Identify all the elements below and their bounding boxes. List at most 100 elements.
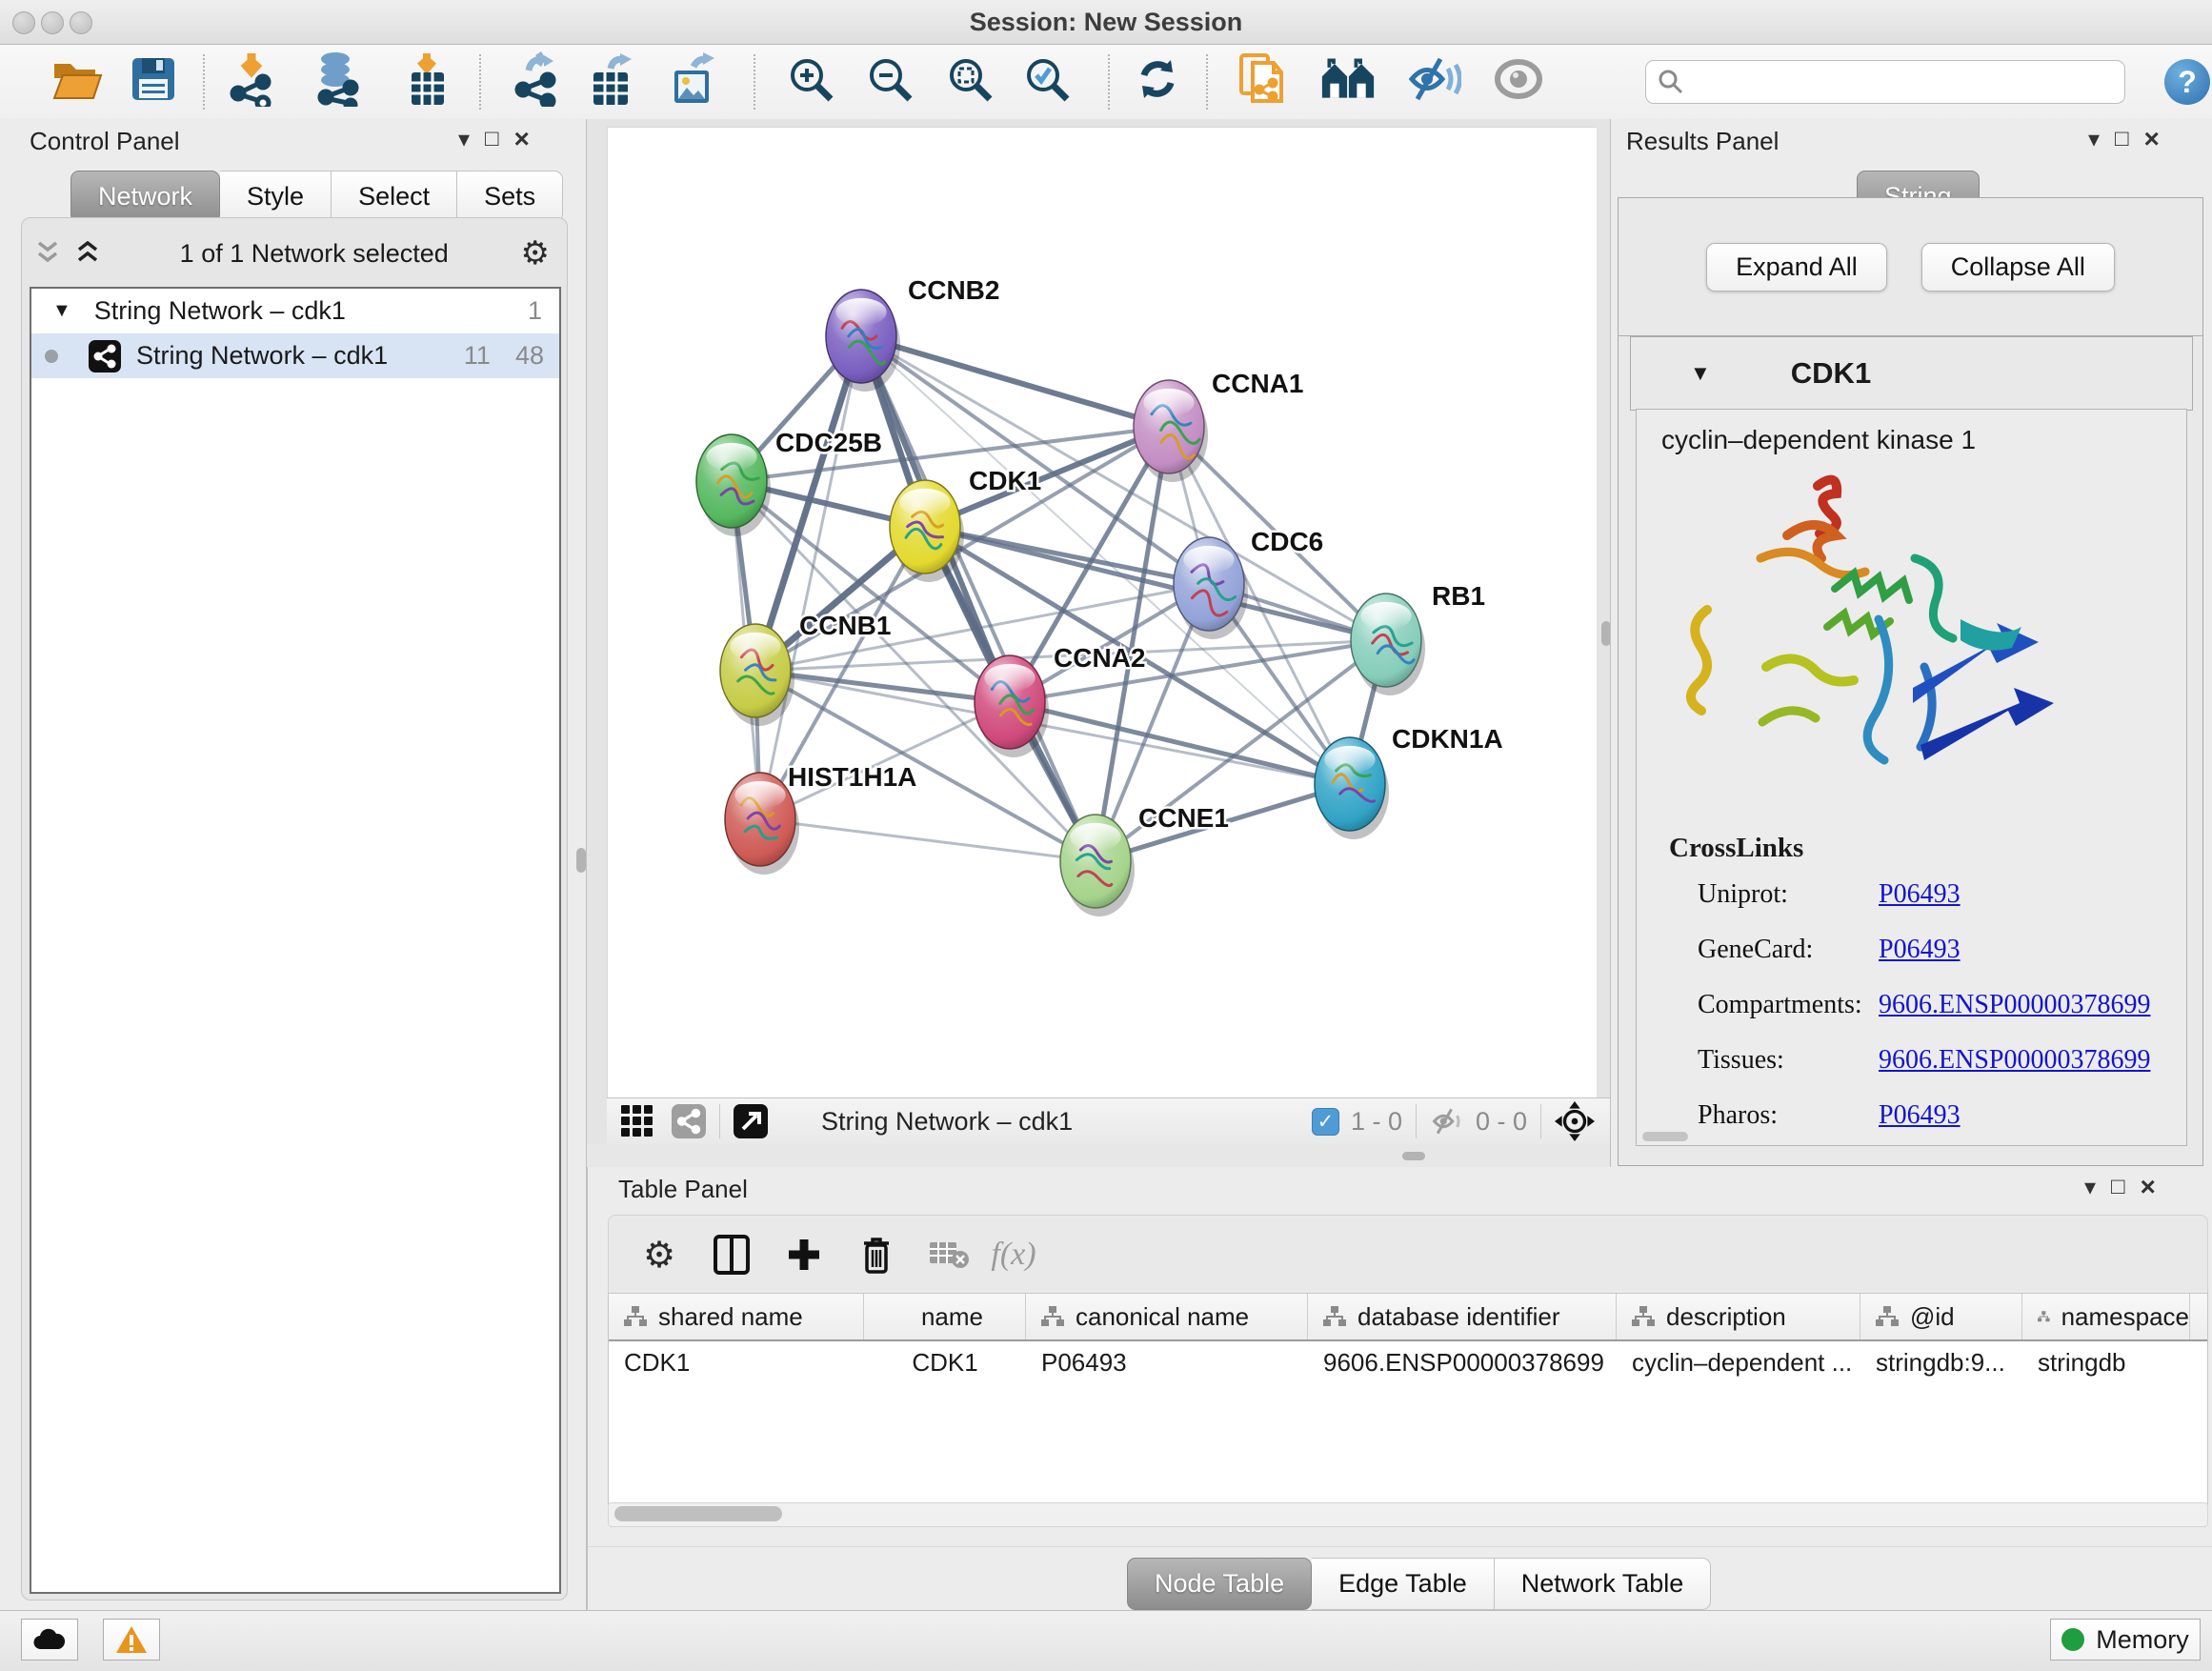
node-section-header[interactable]: ▼ CDK1 xyxy=(1630,336,2193,411)
import-network-file-icon[interactable] xyxy=(228,51,283,107)
table-cell[interactable]: CDK1 xyxy=(609,1348,864,1378)
tab-style[interactable]: Style xyxy=(220,171,332,223)
table-cell[interactable]: stringdb:9... xyxy=(1860,1348,2022,1378)
table-cell[interactable]: P06493 xyxy=(1026,1348,1308,1378)
node-CCNB1[interactable] xyxy=(720,624,794,726)
table-cell[interactable]: 9606.ENSP00000378699 xyxy=(1308,1348,1617,1378)
node-CCNB2[interactable] xyxy=(826,290,900,392)
first-neighbors-icon[interactable] xyxy=(1320,51,1376,107)
hide-selected-icon[interactable] xyxy=(1407,51,1462,107)
open-session-icon[interactable] xyxy=(50,51,105,107)
expand-all-icon[interactable] xyxy=(75,241,108,266)
refresh-icon[interactable] xyxy=(1130,51,1185,107)
zoom-out-icon[interactable] xyxy=(862,51,917,107)
search-input[interactable] xyxy=(1684,68,2098,96)
table-cell[interactable]: CDK1 xyxy=(864,1348,1026,1378)
table-horizontal-scrollbar[interactable] xyxy=(608,1502,2208,1527)
zoom-fit-icon[interactable] xyxy=(942,51,997,107)
cloud-button[interactable] xyxy=(21,1619,78,1661)
tab-node-table[interactable]: Node Table xyxy=(1127,1558,1312,1610)
node-CCNA2[interactable] xyxy=(975,655,1049,757)
delete-column-icon[interactable] xyxy=(855,1233,898,1277)
edge-HIST1H1A-CCNE1[interactable] xyxy=(760,819,1096,861)
delete-table-icon[interactable] xyxy=(927,1233,971,1277)
memory-button[interactable]: Memory xyxy=(2050,1619,2201,1661)
float-panel-icon[interactable]: □ xyxy=(2115,126,2129,152)
export-network-icon[interactable] xyxy=(511,51,566,107)
network-thumbnail-icon[interactable] xyxy=(672,1104,706,1138)
minimize-window-button[interactable] xyxy=(41,11,64,34)
node-CCNE1[interactable] xyxy=(1060,815,1135,916)
column-header-database-identifier[interactable]: database identifier xyxy=(1308,1294,1617,1339)
function-builder-icon[interactable]: f(x) xyxy=(992,1233,1036,1277)
edge-CCNB2-CCNA1[interactable] xyxy=(861,336,1169,427)
column-header-name[interactable]: name xyxy=(864,1294,1026,1339)
split-columns-icon[interactable] xyxy=(710,1233,754,1277)
network-canvas[interactable]: CCNB2CCNA1CDC25BCDK1CDC6RB1CCNB1CCNA2CDK… xyxy=(607,127,1597,1098)
copy-network-icon[interactable] xyxy=(1237,51,1292,107)
add-column-icon[interactable] xyxy=(782,1233,826,1277)
collection-expand-icon[interactable]: ▼ xyxy=(52,300,71,322)
scrollbar-thumb[interactable] xyxy=(614,1506,782,1521)
help-icon[interactable]: ? xyxy=(2164,59,2210,105)
splitter-handle[interactable] xyxy=(1402,1152,1425,1160)
detach-view-icon[interactable] xyxy=(734,1104,768,1138)
table-row[interactable]: CDK1CDK1P064939606.ENSP00000378699cyclin… xyxy=(609,1341,2207,1384)
table-cell[interactable]: cyclin–dependent ... xyxy=(1617,1348,1860,1378)
tab-edge-table[interactable]: Edge Table xyxy=(1312,1558,1495,1610)
crosslink-link[interactable]: 9606.ENSP00000378699 xyxy=(1879,1045,2150,1076)
table-settings-gear-icon[interactable]: ⚙ xyxy=(637,1233,681,1277)
search-field[interactable] xyxy=(1645,60,2125,104)
export-image-icon[interactable] xyxy=(668,51,723,107)
grid-view-icon[interactable] xyxy=(620,1104,654,1138)
import-table-icon[interactable] xyxy=(399,51,454,107)
show-all-icon[interactable] xyxy=(1491,51,1546,107)
panel-splitter-handle[interactable] xyxy=(576,848,586,873)
collapse-all-button[interactable]: Collapse All xyxy=(1921,243,2115,292)
warning-button[interactable] xyxy=(103,1619,160,1661)
selected-checkbox-icon[interactable]: ✓ xyxy=(1312,1108,1339,1136)
tab-sets[interactable]: Sets xyxy=(457,171,563,223)
birdseye-navigator-icon[interactable] xyxy=(1555,1101,1595,1141)
column-header-canonical-name[interactable]: canonical name xyxy=(1026,1294,1308,1339)
table-cell[interactable]: stringdb xyxy=(2022,1348,2190,1378)
close-panel-icon[interactable]: × xyxy=(2144,124,2160,154)
column-header--id[interactable]: @id xyxy=(1860,1294,2022,1339)
close-panel-icon[interactable]: × xyxy=(514,124,530,154)
section-scrollbar-thumb[interactable] xyxy=(1642,1132,1688,1141)
close-panel-icon[interactable]: × xyxy=(2141,1172,2156,1202)
expand-all-button[interactable]: Expand All xyxy=(1706,243,1887,292)
zoom-selected-icon[interactable] xyxy=(1019,51,1075,107)
section-collapse-icon[interactable]: ▼ xyxy=(1690,361,1711,386)
tab-network-table[interactable]: Network Table xyxy=(1495,1558,1712,1610)
column-header-namespace[interactable]: namespace xyxy=(2022,1294,2190,1339)
panel-menu-icon[interactable]: ▾ xyxy=(2088,126,2100,153)
float-panel-icon[interactable]: □ xyxy=(2111,1174,2125,1200)
zoom-in-icon[interactable] xyxy=(783,51,838,107)
crosslink-link[interactable]: P06493 xyxy=(1879,935,1961,965)
zoom-window-button[interactable] xyxy=(70,11,92,34)
network-row[interactable]: String Network – cdk1 11 48 xyxy=(31,333,559,378)
crosslink-link[interactable]: 9606.ENSP00000378699 xyxy=(1879,990,2150,1020)
close-window-button[interactable] xyxy=(12,11,35,34)
tab-network[interactable]: Network xyxy=(70,171,220,223)
node-CDKN1A[interactable] xyxy=(1315,737,1389,839)
import-network-database-icon[interactable] xyxy=(312,51,367,107)
export-table-icon[interactable] xyxy=(587,51,642,107)
edge-CCNB2-HIST1H1A[interactable] xyxy=(760,336,861,819)
column-header-description[interactable]: description xyxy=(1617,1294,1860,1339)
column-header-shared-name[interactable]: shared name xyxy=(609,1294,864,1339)
horizontal-splitter[interactable] xyxy=(587,1144,1610,1167)
save-session-icon[interactable] xyxy=(126,51,181,107)
edge-CCNA2-HIST1H1A[interactable] xyxy=(760,702,1010,819)
crosslink-link[interactable]: P06493 xyxy=(1879,1100,1961,1131)
network-options-gear-icon[interactable]: ⚙ xyxy=(521,234,550,272)
panel-menu-icon[interactable]: ▾ xyxy=(458,126,470,153)
panel-menu-icon[interactable]: ▾ xyxy=(2084,1174,2096,1201)
network-collection-row[interactable]: ▼ String Network – cdk1 1 xyxy=(31,289,559,333)
float-panel-icon[interactable]: □ xyxy=(485,126,499,152)
collapse-all-icon[interactable] xyxy=(35,241,68,266)
tab-select[interactable]: Select xyxy=(332,171,457,223)
crosslink-link[interactable]: P06493 xyxy=(1879,879,1961,910)
node-RB1[interactable] xyxy=(1351,594,1425,695)
